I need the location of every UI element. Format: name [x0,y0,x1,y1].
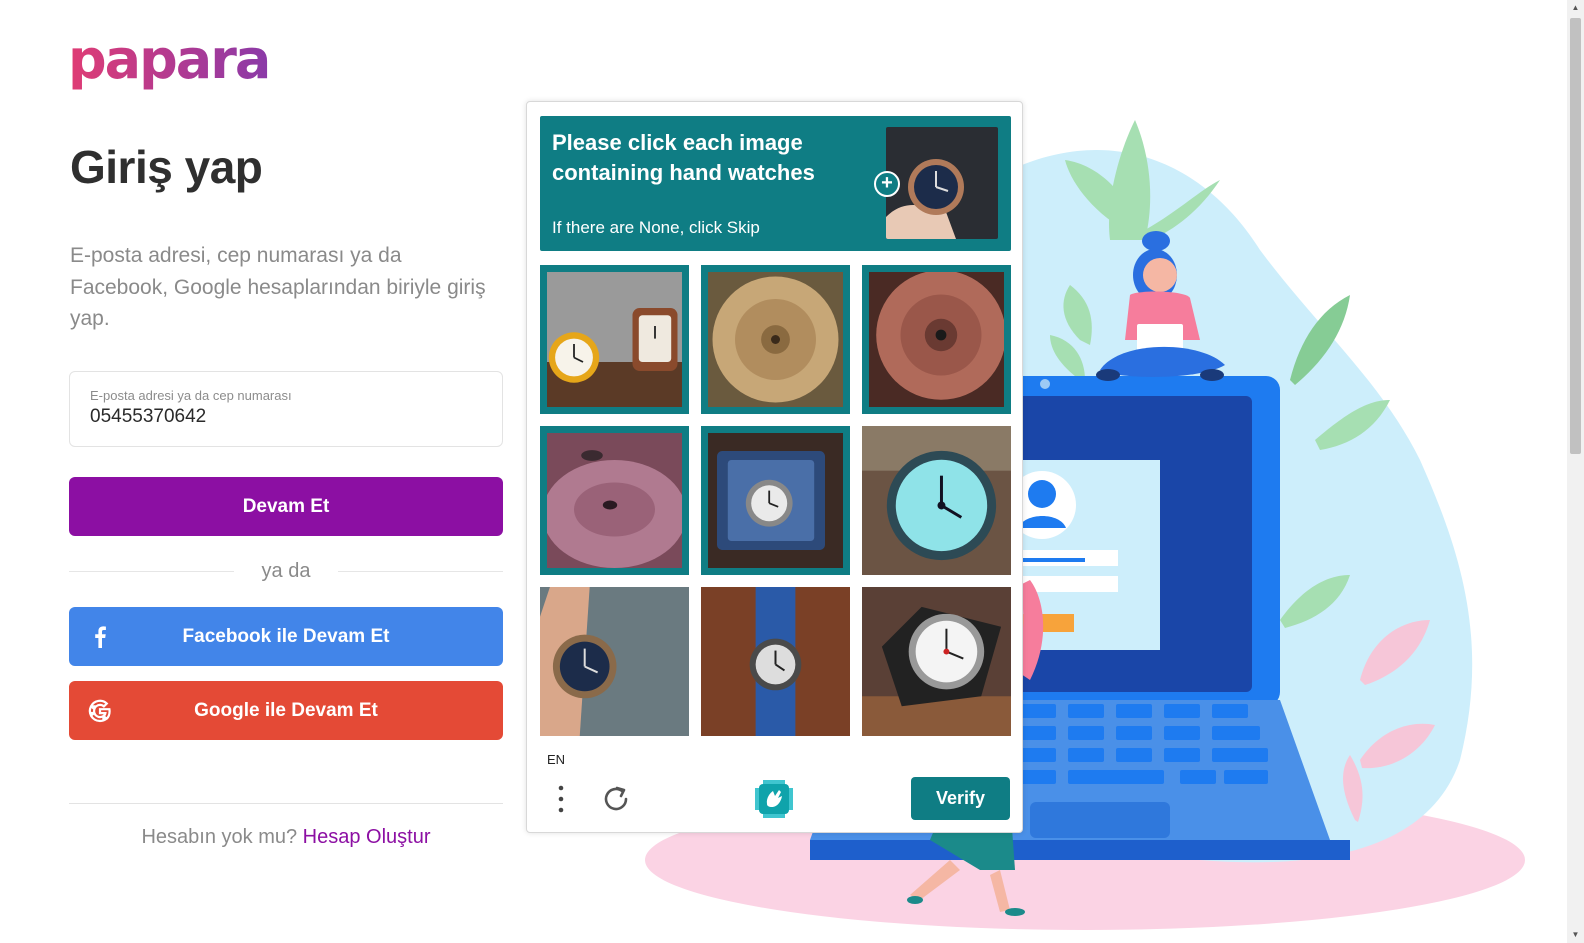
captcha-tile-blue-strap-watch[interactable] [701,587,850,736]
google-login-button[interactable]: Google ile Devam Et [69,681,503,740]
google-icon [87,698,113,724]
login-subtitle: E-posta adresi, cep numarası ya da Faceb… [70,244,486,330]
page-scrollbar[interactable]: ▲ ▼ [1567,0,1584,943]
captcha-tile-pink-disc[interactable] [540,426,689,575]
signup-prompt: Hesabın yok mu? Hesap Oluştur [69,826,503,849]
captcha-prompt-hint: If there are None, click Skip [552,218,760,237]
facebook-login-button[interactable]: Facebook ile Devam Et [69,607,503,666]
captcha-tile-gold-disc[interactable] [701,265,850,414]
scroll-thumb[interactable] [1570,18,1581,454]
captcha-challenge: Please click each image containing hand … [526,101,1023,833]
page-title: Giriş yap [70,141,263,193]
captcha-tile-watch-on-wrist[interactable] [540,587,689,736]
captcha-tile-watch-in-box[interactable] [701,426,850,575]
scroll-down-arrow-icon[interactable]: ▼ [1567,927,1584,943]
papara-logo[interactable]: papara [68,30,271,90]
no-account-text: Hesabın yok mu? [141,826,298,848]
captcha-prompt: Please click each image containing hand … [540,116,1011,251]
refresh-icon[interactable] [599,782,633,816]
or-divider: ya da [69,556,503,586]
language-selector[interactable]: EN [547,752,565,767]
hcaptcha-logo-icon[interactable] [753,778,795,820]
zoom-example-icon[interactable]: + [874,171,900,197]
captcha-tile-copper-disc[interactable] [862,265,1011,414]
captcha-prompt-text: Please click each image containing hand … [552,130,815,185]
captcha-tile-teal-alarm-clock[interactable] [862,426,1011,575]
footer-divider [69,803,503,804]
create-account-link[interactable]: Hesap Oluştur [303,826,431,848]
continue-button-label: Devam Et [242,495,330,517]
scroll-up-arrow-icon[interactable]: ▲ [1567,0,1584,16]
verify-button[interactable]: Verify [911,777,1010,820]
facebook-button-label: Facebook ile Devam Et [182,625,390,647]
google-button-label: Google ile Devam Et [194,699,378,721]
more-vertical-icon[interactable] [551,782,571,816]
identifier-label: E-posta adresi ya da cep numarası [90,388,292,403]
captcha-example-image[interactable] [886,127,998,239]
identifier-input[interactable] [90,406,480,428]
captcha-tile-alarm-clocks[interactable] [540,265,689,414]
identifier-field[interactable]: E-posta adresi ya da cep numarası [69,371,503,447]
facebook-icon [87,624,113,650]
captcha-tile-silver-watch[interactable] [862,587,1011,736]
continue-button[interactable]: Devam Et [69,477,503,536]
